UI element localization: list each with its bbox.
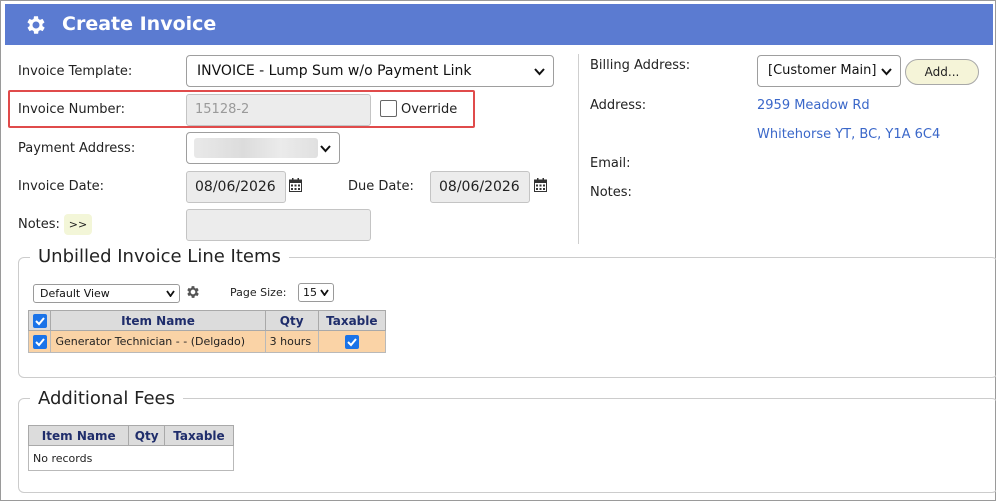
dialog-title: Create Invoice xyxy=(62,13,217,35)
invoice-number-label: Invoice Number: xyxy=(18,102,125,117)
add-address-button[interactable]: Add... xyxy=(905,59,979,85)
column-header-item-name[interactable]: Item Name xyxy=(50,310,266,331)
table-row[interactable]: Generator Technician - - (Delgado) 3 hou… xyxy=(27,330,387,353)
additional-fees-table: Item Name Qty Taxable No records xyxy=(27,425,235,471)
taxable-checkbox[interactable] xyxy=(344,334,359,349)
due-date-input[interactable]: 08/06/2026 xyxy=(430,171,530,203)
empty-records-cell: No records xyxy=(28,445,234,471)
billing-address-label: Billing Address: xyxy=(590,58,691,73)
dialog-header: Create Invoice xyxy=(5,4,993,45)
email-label: Email: xyxy=(590,156,631,171)
invoice-date-label: Invoice Date: xyxy=(18,179,105,194)
chevron-down-icon xyxy=(320,289,329,296)
chevron-down-icon xyxy=(320,145,331,153)
page-size-select[interactable]: 15 xyxy=(298,283,334,302)
due-date-label: Due Date: xyxy=(348,179,414,194)
page-size-value: 15 xyxy=(303,286,317,299)
additional-fees-legend: Additional Fees xyxy=(30,388,183,409)
row-select-checkbox[interactable] xyxy=(32,334,47,349)
page-size-label: Page Size: xyxy=(230,286,287,299)
override-checkbox[interactable] xyxy=(380,100,397,117)
payment-address-redacted xyxy=(194,138,318,158)
column-header-taxable[interactable]: Taxable xyxy=(317,310,387,331)
column-header-item-name[interactable]: Item Name xyxy=(27,425,130,446)
invoice-template-value: INVOICE - Lump Sum w/o Payment Link xyxy=(197,63,472,79)
notes-expand-button[interactable]: >> xyxy=(64,214,92,235)
billing-address-value: [Customer Main] xyxy=(768,63,877,78)
table-header-row: Item Name Qty Taxable xyxy=(27,310,387,331)
billing-address-select[interactable]: [Customer Main] xyxy=(757,55,901,87)
column-header-qty[interactable]: Qty xyxy=(128,425,165,446)
unbilled-items-table: Item Name Qty Taxable Generator Technici… xyxy=(27,310,387,353)
select-all-checkbox[interactable] xyxy=(32,313,47,328)
table-row: No records xyxy=(28,445,234,471)
invoice-number-input[interactable]: 15128-2 xyxy=(186,94,371,126)
notes-input[interactable] xyxy=(186,209,371,241)
invoice-date-input[interactable]: 08/06/2026 xyxy=(186,171,286,203)
calendar-icon[interactable] xyxy=(534,178,547,192)
invoice-template-select[interactable]: INVOICE - Lump Sum w/o Payment Link xyxy=(186,55,554,87)
view-select[interactable]: Default View xyxy=(33,284,180,303)
address-label: Address: xyxy=(590,98,647,113)
gear-icon[interactable] xyxy=(185,284,201,300)
address-line-2[interactable]: Whitehorse YT, BC, Y1A 6C4 xyxy=(757,127,940,142)
check-icon xyxy=(35,337,45,346)
chevron-down-icon xyxy=(534,68,545,76)
qty-cell: 3 hours xyxy=(264,330,319,353)
invoice-template-label: Invoice Template: xyxy=(18,64,133,79)
chevron-down-icon xyxy=(166,290,175,297)
check-icon xyxy=(35,317,45,326)
billing-notes-label: Notes: xyxy=(590,185,632,200)
select-all-header[interactable] xyxy=(27,310,52,331)
check-icon xyxy=(347,337,357,346)
row-select-cell[interactable] xyxy=(27,330,52,353)
payment-address-label: Payment Address: xyxy=(18,141,136,156)
address-line-1[interactable]: 2959 Meadow Rd xyxy=(757,98,870,113)
chevron-down-icon xyxy=(881,68,892,76)
override-label: Override xyxy=(401,102,458,117)
view-select-value: Default View xyxy=(40,287,110,300)
gear-icon xyxy=(27,16,45,34)
column-header-taxable[interactable]: Taxable xyxy=(163,425,235,446)
column-divider xyxy=(578,54,579,244)
notes-label: Notes: xyxy=(18,217,60,232)
table-header-row: Item Name Qty Taxable xyxy=(27,425,235,446)
unbilled-legend: Unbilled Invoice Line Items xyxy=(30,246,289,267)
calendar-icon[interactable] xyxy=(289,178,302,192)
item-name-cell: Generator Technician - - (Delgado) xyxy=(50,330,266,353)
column-header-qty[interactable]: Qty xyxy=(264,310,319,331)
taxable-cell xyxy=(317,330,387,353)
